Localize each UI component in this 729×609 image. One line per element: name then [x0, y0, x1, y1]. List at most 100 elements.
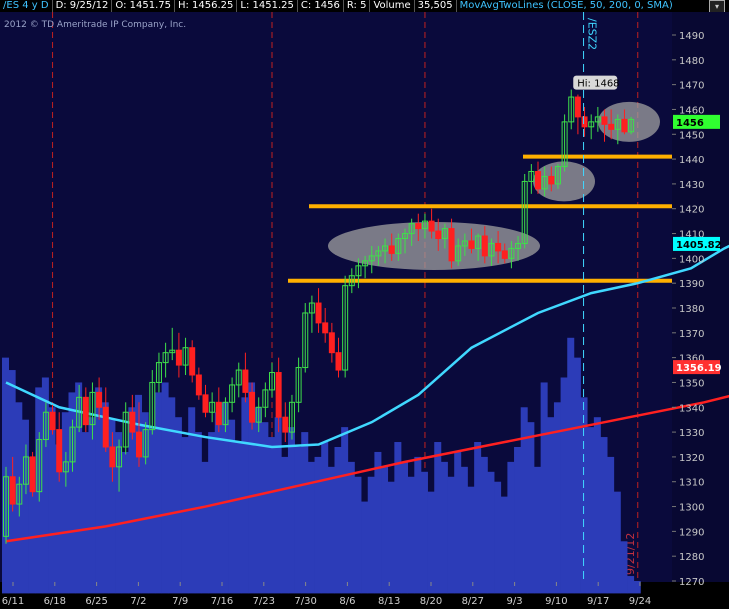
ma200-price-tag-text: 1356.19 — [676, 363, 722, 374]
volume-bar — [341, 427, 349, 594]
candle-body — [202, 394, 209, 413]
candle-body — [481, 235, 488, 257]
volume-bar — [487, 471, 495, 594]
time-tick-label: 9/10 — [545, 596, 567, 607]
volume-bar — [321, 442, 329, 594]
volume-bar — [254, 407, 262, 594]
volume-bar — [201, 461, 209, 594]
volume-bar — [407, 476, 415, 594]
time-tick-label: 8/20 — [420, 596, 442, 607]
volume-bar — [613, 491, 621, 594]
candle-body — [495, 242, 502, 252]
time-tick-label: 6/25 — [85, 596, 107, 607]
volume-bar — [474, 442, 482, 594]
candle-body — [574, 96, 581, 118]
price-tick-label: 1270 — [679, 577, 704, 588]
candle-body — [468, 240, 475, 249]
volume-bar — [381, 466, 389, 594]
volume-bar — [540, 382, 548, 594]
time-tick-label: 7/16 — [211, 596, 233, 607]
copyright-text: 2012 © TD Ameritrade IP Company, Inc. — [4, 20, 186, 30]
candle-body — [535, 171, 541, 190]
volume-bar — [194, 432, 202, 594]
price-chart[interactable]: 6/15/127/20/128/17/129/21/12/ESZ2Hi: 146… — [0, 0, 729, 609]
price-tick-label: 1440 — [679, 155, 704, 166]
volume-bar — [460, 466, 468, 594]
volume-bar — [301, 432, 309, 594]
volume-bar — [287, 427, 295, 594]
volume-bar — [600, 437, 608, 594]
candle-body — [548, 175, 555, 185]
price-tick-label: 1380 — [679, 304, 704, 315]
price-tick-label: 1390 — [679, 279, 704, 290]
candle-body — [102, 406, 109, 448]
price-tick-label: 1430 — [679, 180, 704, 191]
volume-bar — [401, 461, 408, 594]
volume-bar — [234, 442, 242, 594]
price-tick-label: 1340 — [679, 403, 704, 414]
candle-body — [82, 396, 89, 426]
candle-body — [9, 476, 16, 505]
candle-body — [275, 372, 282, 418]
candle-body — [215, 401, 222, 426]
price-tick-label: 1330 — [679, 428, 704, 439]
candle-body — [621, 118, 628, 133]
price-tick-label: 1290 — [679, 527, 704, 538]
price-tick-label: 1280 — [679, 552, 704, 563]
candle-body — [315, 302, 322, 324]
candle-body — [136, 431, 142, 458]
volume-bar — [387, 481, 395, 594]
volume-bar — [500, 496, 508, 594]
candle-body — [415, 223, 422, 230]
price-tick-label: 1460 — [679, 105, 704, 116]
price-tick-label: 1420 — [679, 205, 704, 216]
volume-bar — [374, 451, 382, 594]
price-tick-label: 1470 — [679, 81, 704, 92]
time-tick-label: 7/2 — [130, 596, 146, 607]
ma50-price-tag-text: 1405.82 — [676, 240, 722, 251]
volume-bar — [547, 417, 555, 594]
volume-bar — [480, 456, 488, 594]
candle-body — [282, 416, 289, 433]
time-tick-label: 8/6 — [339, 596, 355, 607]
volume-bar — [367, 476, 375, 594]
candle-body — [388, 245, 395, 254]
volume-bar — [48, 407, 56, 594]
price-tick-label: 1400 — [679, 254, 704, 265]
time-tick-label: 7/30 — [294, 596, 316, 607]
price-tick-label: 1450 — [679, 130, 704, 141]
candle-body — [189, 347, 196, 376]
candle-body — [56, 429, 63, 473]
candle-body — [109, 446, 116, 468]
volume-bar — [314, 456, 322, 594]
time-tick-label: 8/27 — [462, 596, 484, 607]
volume-bar — [534, 466, 541, 594]
price-axis-panel — [672, 12, 729, 582]
volume-bar — [347, 461, 355, 594]
volume-bar — [174, 417, 182, 594]
volume-bar — [161, 382, 169, 594]
candle-body — [249, 391, 256, 423]
time-tick-label: 7/9 — [172, 596, 188, 607]
volume-bar — [567, 337, 575, 594]
contract-label: /ESZ2 — [586, 18, 599, 50]
price-tick-label: 1480 — [679, 56, 704, 67]
volume-bar — [434, 442, 442, 594]
volume-bar — [440, 461, 448, 594]
candle-body — [448, 228, 455, 262]
volume-bar — [228, 419, 236, 594]
volume-bar — [88, 417, 96, 594]
volume-bar — [514, 446, 522, 594]
candle-body — [335, 352, 342, 371]
volume-bar — [281, 456, 289, 594]
candle-body — [435, 230, 442, 240]
volume-bar — [414, 456, 422, 594]
volume-bar — [467, 486, 475, 594]
candle-body — [322, 322, 329, 334]
price-tick-label: 1310 — [679, 478, 704, 489]
price-tick-label: 1320 — [679, 453, 704, 464]
volume-bar — [274, 417, 282, 594]
volume-bar — [620, 541, 628, 594]
price-tick-label: 1490 — [679, 31, 704, 42]
candle-body — [242, 369, 249, 393]
